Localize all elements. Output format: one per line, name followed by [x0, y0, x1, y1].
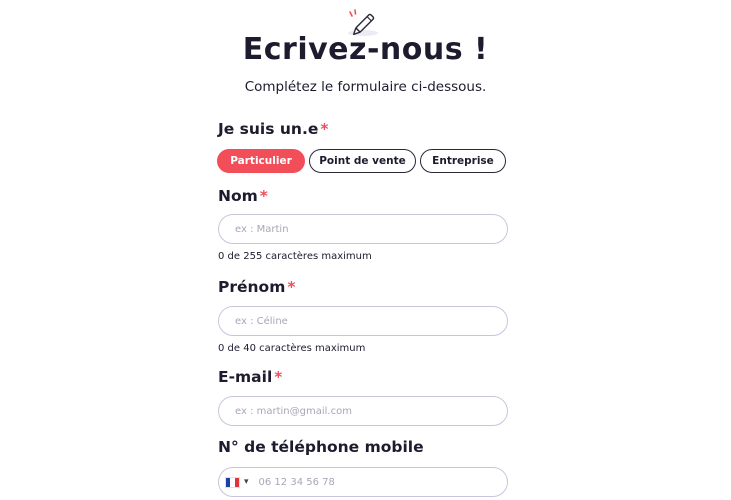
nom-char-counter: 0 de 255 caractères maximum: [218, 251, 372, 262]
required-asterisk: *: [320, 120, 329, 138]
required-asterisk: *: [274, 368, 283, 386]
france-flag-icon: [225, 476, 240, 488]
page-title: Ecrivez-nous !: [242, 32, 489, 67]
required-asterisk: *: [287, 278, 296, 296]
email-label-text: E-mail: [218, 368, 273, 386]
point-de-vente-option-button[interactable]: Point de vente: [309, 149, 416, 173]
contact-form-page: Ecrivez-nous ! Complétez le formulaire c…: [0, 0, 731, 500]
prenom-input[interactable]: [218, 306, 508, 336]
country-code-select[interactable]: ▾: [225, 468, 249, 496]
nom-label-text: Nom: [218, 187, 258, 205]
required-asterisk: *: [259, 187, 268, 205]
prenom-label-text: Prénom: [218, 278, 286, 296]
page-subtitle: Complétez le formulaire ci-dessous.: [244, 79, 487, 95]
phone-label: N° de téléphone mobile: [218, 438, 424, 456]
profile-label-text: Je suis un.e: [218, 120, 319, 138]
particulier-option-button[interactable]: Particulier: [217, 149, 305, 173]
nom-label: Nom *: [218, 187, 268, 205]
entreprise-option-button[interactable]: Entreprise: [420, 149, 506, 173]
prenom-label: Prénom *: [218, 278, 295, 296]
phone-field: ▾: [218, 467, 508, 497]
phone-input[interactable]: [258, 476, 479, 488]
nom-input[interactable]: [218, 214, 508, 244]
email-label: E-mail *: [218, 368, 282, 386]
email-input[interactable]: [218, 396, 508, 426]
caret-down-icon: ▾: [244, 477, 249, 487]
profile-label: Je suis un.e *: [218, 120, 328, 138]
prenom-char-counter: 0 de 40 caractères maximum: [218, 343, 366, 354]
